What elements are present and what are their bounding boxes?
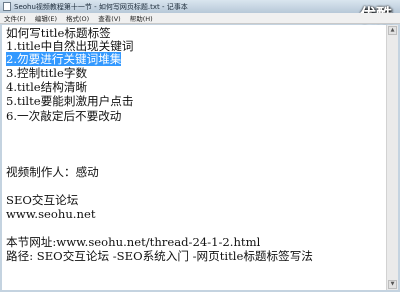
menu-edit[interactable]: 编辑(E) bbox=[35, 13, 57, 23]
doc-line-url: 本节网址:www.seohu.net/thread-24-1-2.html bbox=[6, 235, 261, 249]
doc-line-4: 4.title结构清晰 bbox=[6, 80, 88, 94]
notepad-icon bbox=[3, 2, 11, 11]
menu-file[interactable]: 文件(F) bbox=[4, 13, 26, 23]
doc-line-site: www.seohu.net bbox=[6, 207, 96, 221]
text-selection: 2.勿要进行关键词堆集 bbox=[6, 52, 122, 66]
scroll-up-icon[interactable]: ▲ bbox=[388, 26, 397, 35]
scroll-down-icon[interactable]: ▼ bbox=[388, 280, 397, 289]
doc-line-3: 3.控制title字数 bbox=[6, 66, 88, 80]
doc-line-author: 视频制作人：感动 bbox=[6, 165, 99, 179]
text-editor[interactable]: 如何写title标题标签 1.title中自然出现关键词 2.勿要进行关键词堆集… bbox=[2, 25, 386, 290]
doc-line-path: 路径: SEO交互论坛 -SEO系统入门 -网页title标题标签写法 bbox=[6, 249, 313, 263]
doc-line-5: 5.tilte要能刺激用户点击 bbox=[6, 94, 134, 108]
title-bar[interactable]: Seohu视频教程第十一节 - 如何写网页标题.txt - 记事本 优酷 bbox=[0, 0, 400, 24]
menu-format[interactable]: 格式(O) bbox=[66, 13, 89, 23]
notepad-window: Seohu视频教程第十一节 - 如何写网页标题.txt - 记事本 优酷 文件(… bbox=[0, 0, 400, 292]
doc-line-2: 2.勿要进行关键词堆集 bbox=[6, 52, 122, 66]
doc-line-6: 6.一次敲定后不要改动 bbox=[6, 109, 122, 123]
menu-bar: 文件(F) 编辑(E) 格式(O) 查看(V) 帮助(H) bbox=[0, 13, 400, 24]
doc-line-forum: SEO交互论坛 bbox=[6, 193, 79, 207]
menu-help[interactable]: 帮助(H) bbox=[130, 13, 153, 23]
window-title: Seohu视频教程第十一节 - 如何写网页标题.txt - 记事本 bbox=[14, 2, 188, 11]
menu-view[interactable]: 查看(V) bbox=[98, 13, 121, 23]
vertical-scrollbar[interactable]: ▲ ▼ bbox=[386, 25, 398, 290]
